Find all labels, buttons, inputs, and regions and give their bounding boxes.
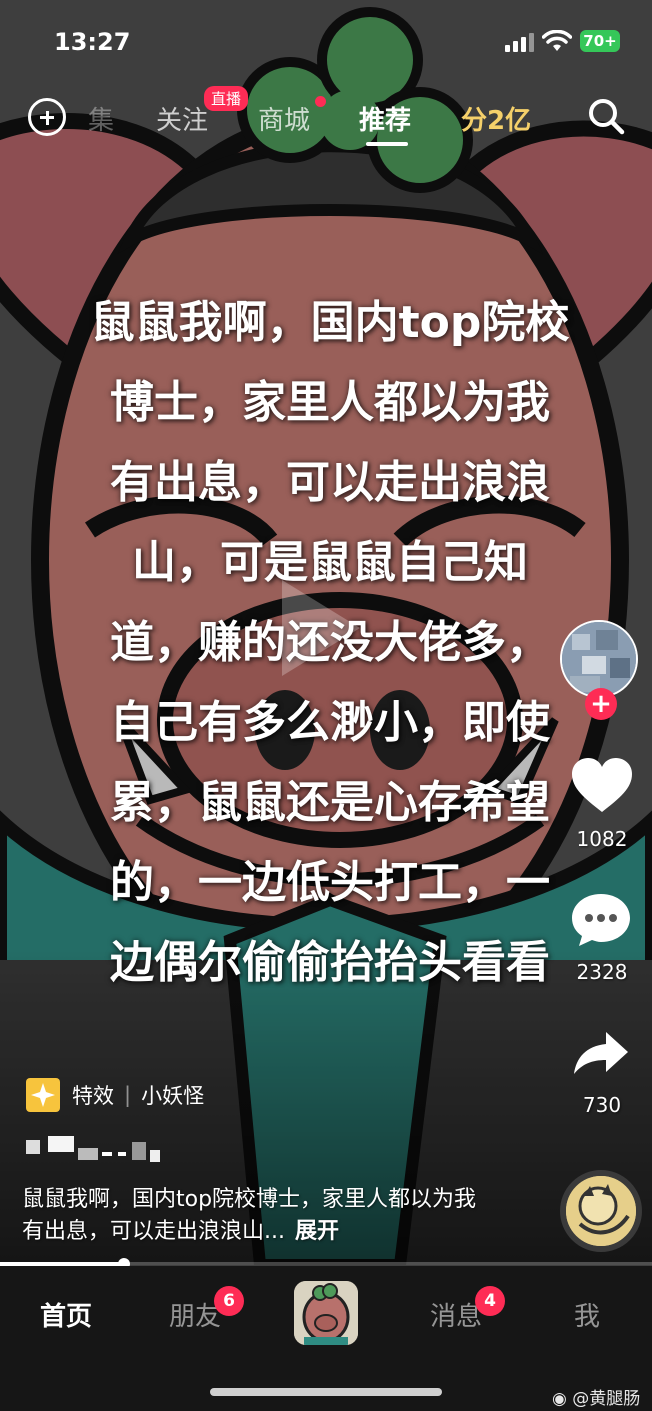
- create-button[interactable]: [294, 1281, 358, 1345]
- expand-button[interactable]: 展开: [295, 1219, 339, 1244]
- caption-line: 的，一边低头打工，一: [110, 857, 550, 908]
- share-count: 730: [582, 1093, 622, 1117]
- status-bar: 13:27 70+: [0, 0, 652, 84]
- caption-line: 有出息，可以走出浪浪: [110, 457, 550, 508]
- live-badge: 直播: [204, 86, 249, 111]
- comment-icon[interactable]: [570, 892, 632, 948]
- effect-tag[interactable]: 特效 | 小妖怪: [26, 1078, 204, 1112]
- tab-me[interactable]: 我: [537, 1296, 637, 1333]
- effect-icon: [26, 1078, 60, 1112]
- play-icon[interactable]: [282, 580, 360, 676]
- video-description[interactable]: 鼠鼠我啊，国内top院校博士，家里人都以为我有出息，可以走出浪浪山... 展开: [22, 1184, 492, 1248]
- share-icon[interactable]: [572, 1030, 630, 1076]
- top-navigation: 集 关注 直播 商城 推荐 分2亿: [0, 86, 652, 150]
- cellular-signal-icon: [505, 33, 534, 52]
- search-icon[interactable]: [586, 96, 626, 136]
- tab-home[interactable]: 首页: [16, 1296, 116, 1333]
- effect-label: 特效: [72, 1084, 114, 1108]
- author-avatar[interactable]: [560, 620, 638, 698]
- follow-button[interactable]: +: [585, 688, 617, 720]
- tab-mall[interactable]: 商城: [258, 100, 310, 137]
- friends-badge: 6: [214, 1286, 244, 1316]
- weibo-icon: ◉: [552, 1389, 567, 1409]
- effect-name: 小妖怪: [141, 1084, 205, 1108]
- add-icon[interactable]: [28, 98, 66, 136]
- like-icon[interactable]: [572, 758, 632, 814]
- caption-line: 鼠鼠我啊，国内top院校: [90, 297, 570, 348]
- tab-following[interactable]: 关注: [156, 100, 208, 137]
- caption-line: 边偶尔偷偷抬抬头看看: [110, 937, 550, 988]
- separator: |: [124, 1083, 132, 1107]
- like-count: 1082: [576, 827, 628, 851]
- active-tab-indicator: [366, 142, 408, 146]
- watermark: ◉ @黄腿肠: [552, 1384, 640, 1409]
- home-indicator: [210, 1388, 442, 1396]
- caption-line: 累，鼠鼠还是心存希望: [110, 777, 550, 828]
- notification-dot: [315, 96, 326, 107]
- description-text: 鼠鼠我啊，国内top院校博士，家里人都以为我有出息，可以走出浪浪山...: [22, 1187, 477, 1244]
- watermark-text: @黄腿肠: [572, 1389, 641, 1409]
- music-disc[interactable]: [560, 1170, 642, 1252]
- caption-line: 自己有多么渺小，即使: [110, 697, 550, 748]
- battery-level: 70+: [583, 32, 617, 50]
- status-time: 13:27: [54, 28, 131, 56]
- tab-recommended[interactable]: 推荐: [359, 100, 411, 137]
- messages-badge: 4: [475, 1286, 505, 1316]
- battery-indicator: 70+: [580, 30, 620, 52]
- tab-hidden[interactable]: 集: [88, 100, 114, 137]
- wifi-icon: [542, 30, 572, 51]
- comment-count: 2328: [576, 960, 628, 984]
- tab-promotion[interactable]: 分2亿: [461, 100, 531, 137]
- author-name-redacted[interactable]: [26, 1136, 206, 1166]
- caption-line: 博士，家里人都以为我: [110, 377, 550, 428]
